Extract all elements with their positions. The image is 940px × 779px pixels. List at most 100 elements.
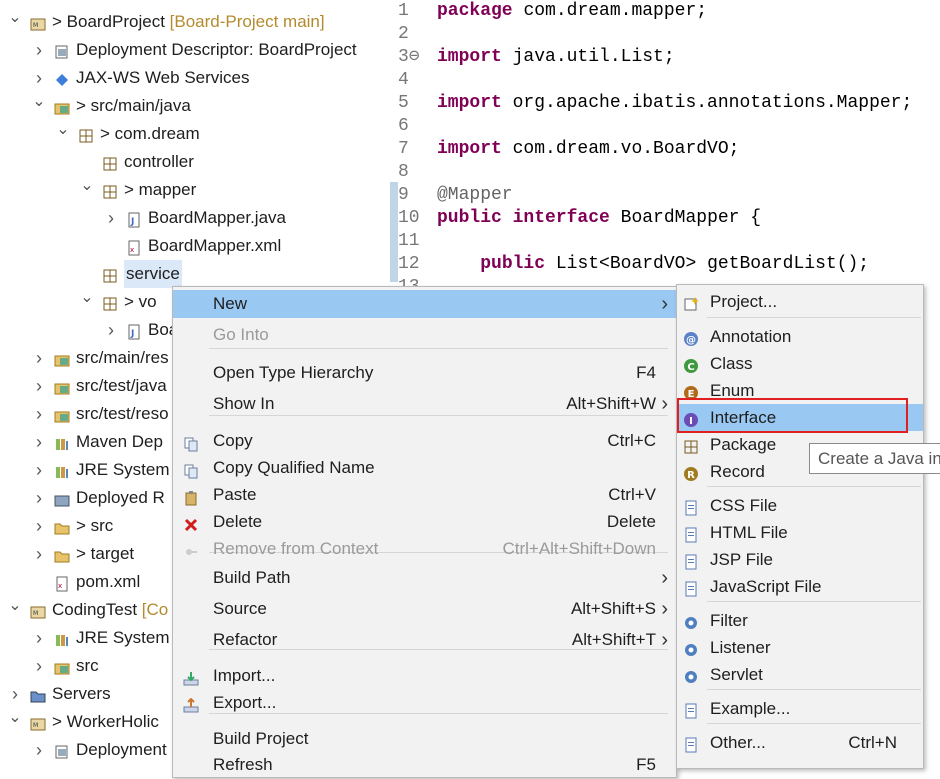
collapse-twisty-icon[interactable]: ⌄ xyxy=(56,116,70,144)
tree-item[interactable]: › Deployment Descriptor: BoardProject xyxy=(0,36,388,64)
expand-twisty-icon[interactable]: › xyxy=(32,512,46,540)
new-project-item[interactable]: Project... xyxy=(677,288,923,315)
code-token: com.dream.mapper; xyxy=(523,1,708,21)
web-services-icon xyxy=(54,69,72,87)
menu-item-import[interactable]: Import... xyxy=(173,662,676,690)
new-filter-item[interactable]: Filter xyxy=(677,607,923,634)
new-annotation-item[interactable]: @ Annotation xyxy=(677,323,923,350)
tree-item-label: > BoardProject xyxy=(52,12,165,31)
collapse-twisty-icon[interactable]: ⌄ xyxy=(80,172,94,200)
new-example-item[interactable]: Example... xyxy=(677,695,923,722)
new-html-file-item[interactable]: HTML File xyxy=(677,519,923,546)
package-icon xyxy=(102,181,120,199)
expand-twisty-icon[interactable]: › xyxy=(32,484,46,512)
javascript-file-icon xyxy=(683,578,699,597)
code-line[interactable]: import java.util.List; xyxy=(437,46,675,69)
source-folder-icon xyxy=(54,657,72,675)
submenu-arrow-icon: › xyxy=(661,567,668,589)
menu-item-refactor[interactable]: Refactor Alt+Shift+T › xyxy=(173,626,676,654)
expand-twisty-icon[interactable]: › xyxy=(32,540,46,568)
code-line[interactable]: public List<BoardVO> getBoardList(); xyxy=(437,253,869,276)
menu-item-label: Go Into xyxy=(213,325,269,344)
expand-twisty-icon[interactable]: › xyxy=(104,316,118,344)
expand-twisty-icon[interactable]: › xyxy=(104,204,118,232)
expand-twisty-icon[interactable]: › xyxy=(32,652,46,680)
menu-item-shortcut: Alt+Shift+W xyxy=(566,394,656,413)
example-icon xyxy=(683,700,699,719)
menu-item-label: Export... xyxy=(213,693,277,712)
menu-item-label: Source xyxy=(213,599,267,618)
menu-item-label: Open Type Hierarchy xyxy=(213,363,374,382)
expand-twisty-icon[interactable]: › xyxy=(32,624,46,652)
menu-item-refresh[interactable]: Refresh F5 xyxy=(173,751,676,779)
new-javascript-file-item[interactable]: JavaScript File xyxy=(677,573,923,600)
source-folder-icon xyxy=(54,97,72,115)
expand-twisty-icon[interactable]: › xyxy=(32,372,46,400)
menu-item-label: Package xyxy=(710,435,777,454)
menu-item-build-project[interactable]: Build Project xyxy=(173,725,676,753)
new-other-item[interactable]: Other... Ctrl+N xyxy=(677,729,923,756)
new-class-item[interactable]: C Class xyxy=(677,350,923,377)
menu-item-label: Copy Qualified Name xyxy=(213,458,375,477)
new-servlet-item[interactable]: Servlet xyxy=(677,661,923,688)
menu-item-paste[interactable]: Paste Ctrl+V xyxy=(173,481,676,509)
collapse-twisty-icon[interactable]: ⌄ xyxy=(8,704,22,732)
line-number: 8 xyxy=(398,162,409,182)
collapse-twisty-icon[interactable]: ⌄ xyxy=(32,88,46,116)
code-token: com.dream.vo.BoardVO; xyxy=(512,139,740,159)
tree-item[interactable]: ⌄ M > BoardProject [Board-Project main] xyxy=(0,8,388,36)
css-file-icon xyxy=(683,497,699,516)
collapse-twisty-icon[interactable]: ⌄ xyxy=(80,284,94,312)
menu-item-label: Class xyxy=(710,354,753,373)
menu-item-new[interactable]: New › xyxy=(173,290,676,318)
svg-text:M: M xyxy=(33,610,38,617)
menu-item-label: Delete xyxy=(213,512,263,531)
expand-twisty-icon[interactable]: › xyxy=(32,36,46,64)
expand-twisty-icon[interactable]: › xyxy=(32,428,46,456)
tree-item-label: > target xyxy=(76,544,135,563)
collapse-twisty-icon[interactable]: ⌄ xyxy=(8,592,22,620)
code-line[interactable]: import com.dream.vo.BoardVO; xyxy=(437,138,739,161)
code-line[interactable]: @Mapper xyxy=(437,184,513,207)
line-number: 3⊖ xyxy=(398,47,420,67)
tree-item-label: Deployment xyxy=(76,740,167,759)
line-number: 9 xyxy=(398,185,409,205)
menu-item-delete[interactable]: Delete Delete xyxy=(173,508,676,536)
menu-item-export[interactable]: Export... xyxy=(173,689,676,717)
collapse-twisty-icon[interactable]: ⌄ xyxy=(8,4,22,32)
code-line[interactable]: import org.apache.ibatis.annotations.Map… xyxy=(437,92,912,115)
tree-item[interactable]: service xyxy=(0,260,388,288)
code-line[interactable]: public interface BoardMapper { xyxy=(437,207,761,230)
expand-twisty-icon[interactable]: › xyxy=(32,344,46,372)
new-listener-item[interactable]: Listener xyxy=(677,634,923,661)
package-icon xyxy=(102,153,120,171)
code-line[interactable]: package com.dream.mapper; xyxy=(437,0,707,23)
menu-item-copy[interactable]: Copy Ctrl+C xyxy=(173,427,676,455)
new-jsp-file-item[interactable]: JSP File xyxy=(677,546,923,573)
tree-item-label: JAX-WS Web Services xyxy=(76,68,250,87)
expand-twisty-icon[interactable]: › xyxy=(32,400,46,428)
delete-icon xyxy=(183,514,199,532)
tree-item[interactable]: x BoardMapper.xml xyxy=(0,232,388,260)
menu-separator xyxy=(707,486,921,487)
tree-item[interactable]: controller xyxy=(0,148,388,176)
remove-context-icon xyxy=(183,541,199,557)
tree-item[interactable]: › J BoardMapper.java xyxy=(0,204,388,232)
new-css-file-item[interactable]: CSS File xyxy=(677,492,923,519)
menu-item-open-type-hierarchy[interactable]: Open Type Hierarchy F4 xyxy=(173,359,676,387)
menu-item-build-path[interactable]: Build Path › xyxy=(173,564,676,592)
menu-item-remove-from-context: Remove from Context Ctrl+Alt+Shift+Down xyxy=(173,535,676,563)
menu-item-label: Refresh xyxy=(213,755,273,774)
tree-item[interactable]: › JAX-WS Web Services xyxy=(0,64,388,92)
new-project-icon xyxy=(683,293,699,311)
expand-twisty-icon[interactable]: › xyxy=(32,456,46,484)
menu-item-label: Listener xyxy=(710,638,771,657)
menu-item-source[interactable]: Source Alt+Shift+S › xyxy=(173,595,676,623)
expand-twisty-icon[interactable]: › xyxy=(32,736,46,764)
menu-item-copy-qualified-name[interactable]: Copy Qualified Name xyxy=(173,454,676,482)
menu-item-show-in[interactable]: Show In Alt+Shift+W › xyxy=(173,390,676,418)
menu-item-go-into: Go Into xyxy=(173,321,676,349)
tree-item[interactable]: ⌄ > com.dream xyxy=(0,120,388,148)
other-icon xyxy=(683,734,699,753)
tree-item[interactable]: ⌄ > mapper xyxy=(0,176,388,204)
